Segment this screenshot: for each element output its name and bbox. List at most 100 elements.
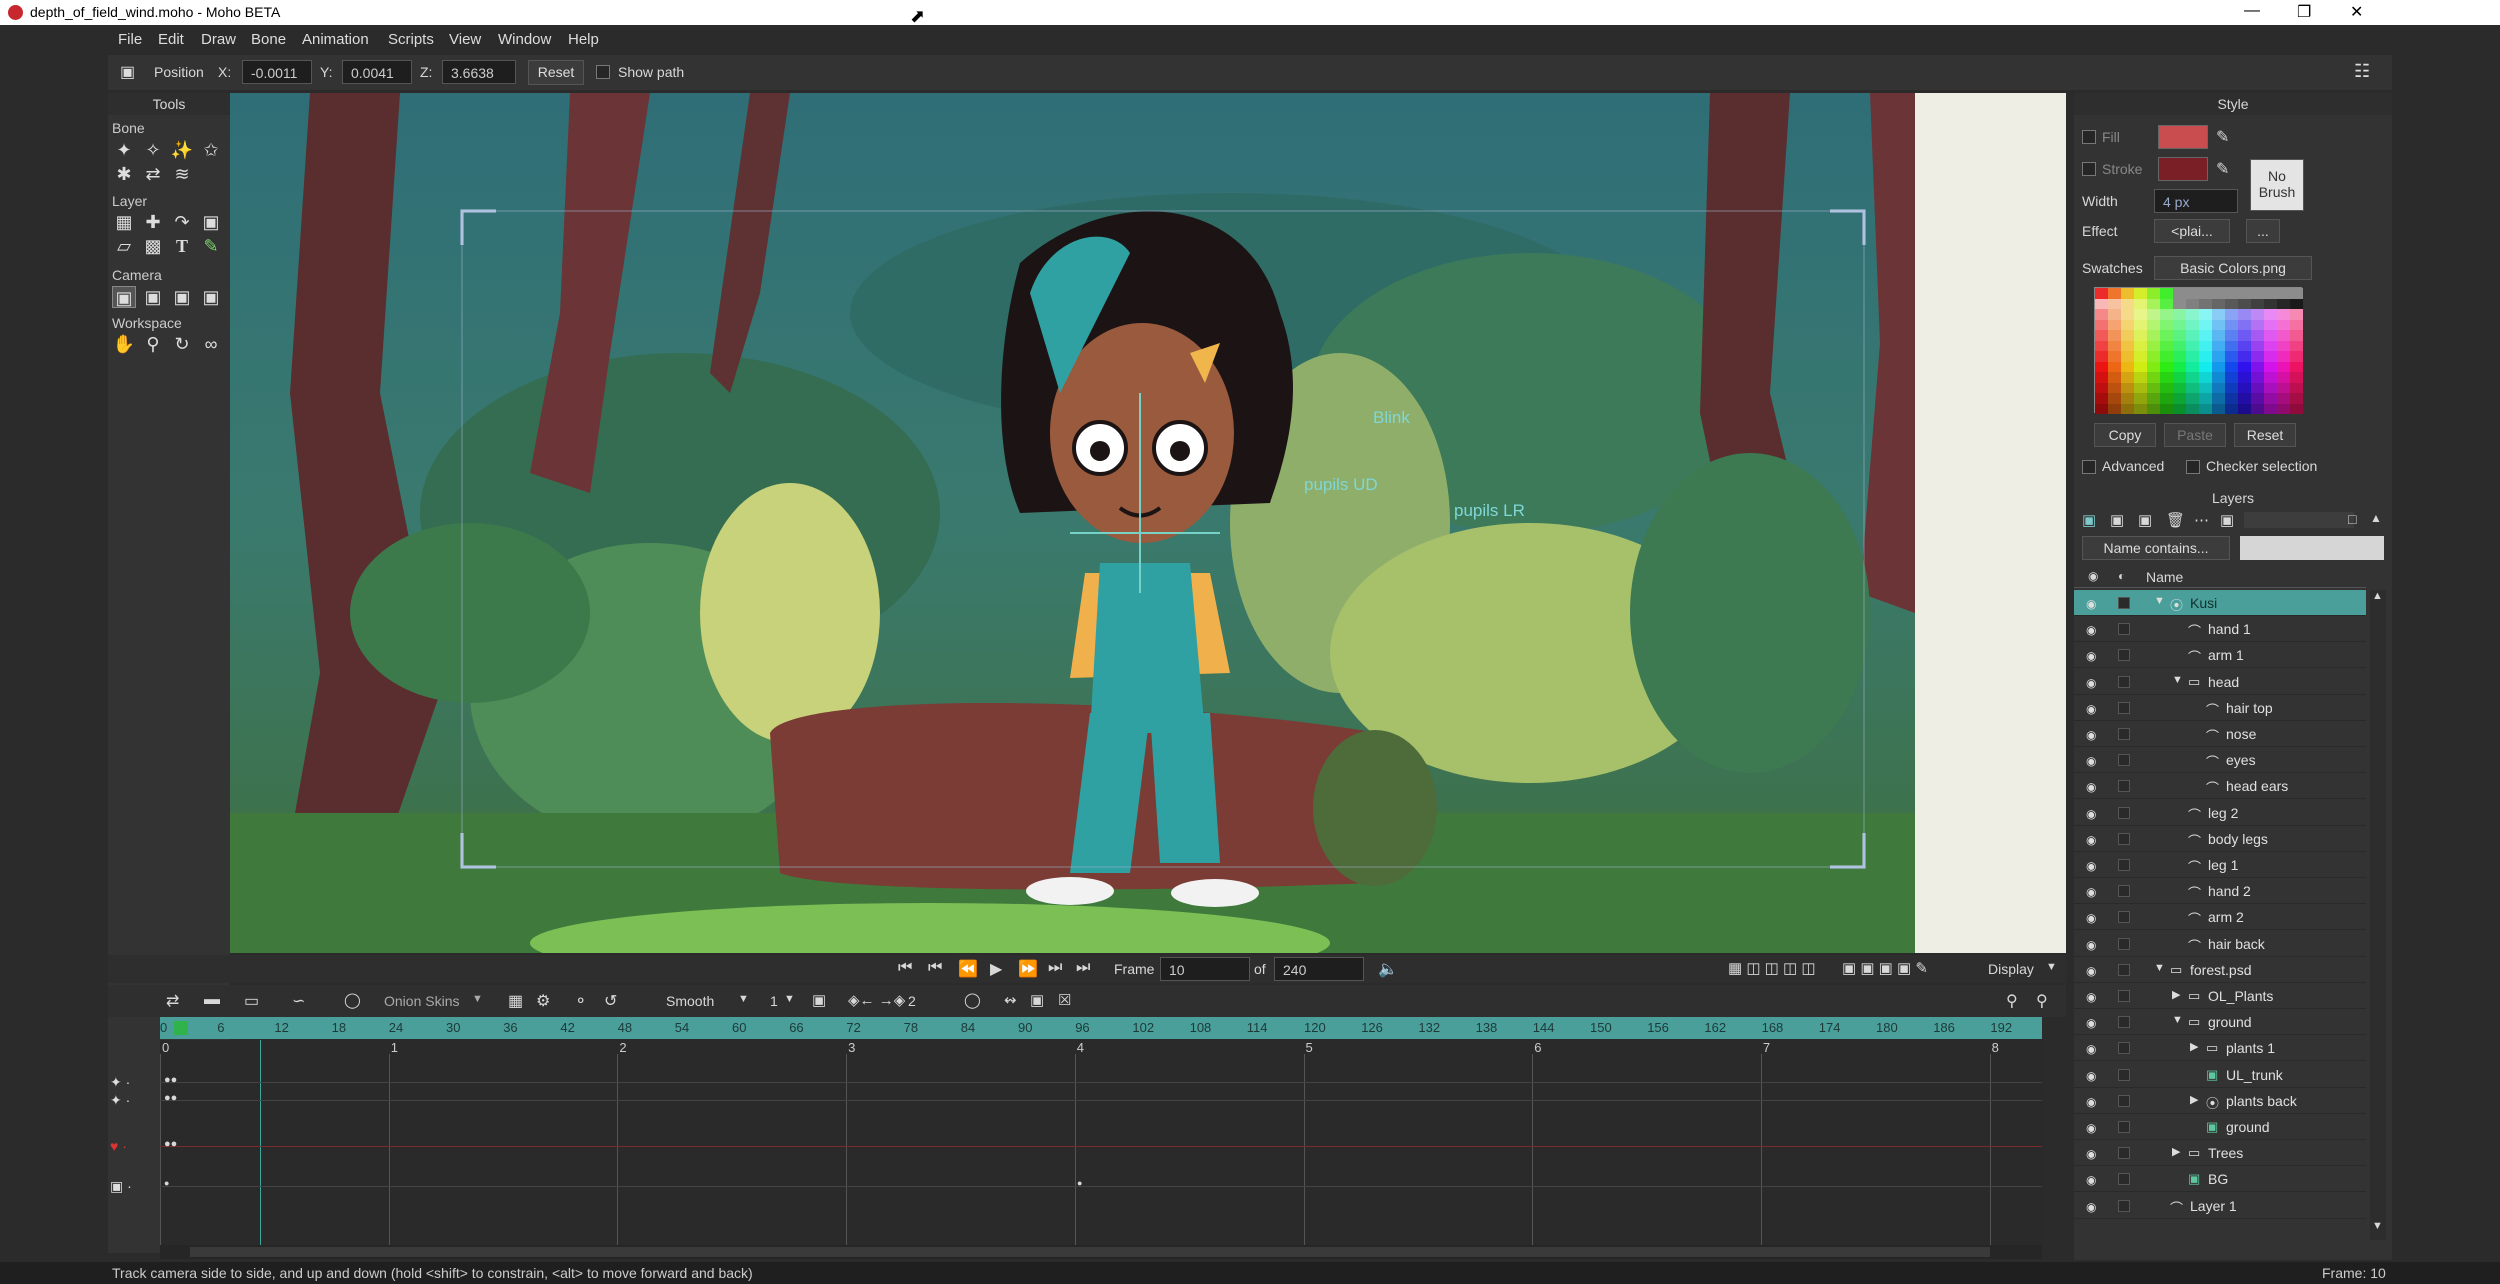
visibility-eye-icon[interactable]: ◉ [2086, 885, 2102, 899]
palette-swatch[interactable] [2186, 298, 2199, 309]
palette-swatch[interactable] [2173, 319, 2186, 330]
layer-row[interactable]: ◉ ▶ ▭ OL_Plants [2074, 983, 2366, 1009]
palette-swatch[interactable] [2173, 372, 2186, 383]
palette-swatch[interactable] [2277, 351, 2290, 362]
layer-lock-box[interactable] [2118, 832, 2130, 845]
last-frame-icon[interactable]: ⏭ [1048, 959, 1062, 977]
palette-swatch[interactable] [2160, 309, 2173, 320]
palette-swatch[interactable] [2251, 361, 2264, 372]
palette-swatch[interactable] [2134, 361, 2147, 372]
layer-lock-box[interactable] [2118, 1147, 2130, 1160]
visibility-eye-icon[interactable]: ◉ [2086, 1147, 2102, 1161]
palette-swatch[interactable] [2290, 298, 2303, 309]
checker-selection-checkbox[interactable] [2186, 460, 2200, 474]
effect-dropdown[interactable]: <plai... [2154, 219, 2230, 243]
palette-swatch[interactable] [2121, 309, 2134, 320]
palette-swatch[interactable] [2147, 361, 2160, 372]
palette-swatch[interactable] [2251, 351, 2264, 362]
swatches-dropdown[interactable]: Basic Colors.png [2154, 256, 2312, 280]
palette-swatch[interactable] [2251, 340, 2264, 351]
hand-icon[interactable]: ✋ [112, 333, 136, 355]
palette-swatch[interactable] [2264, 393, 2277, 404]
palette-swatch[interactable] [2199, 403, 2212, 414]
palette-swatch[interactable] [2264, 382, 2277, 393]
palette-swatch[interactable] [2108, 403, 2121, 414]
scale-layer-icon[interactable]: ▣ [199, 211, 223, 233]
palette-swatch[interactable] [2108, 288, 2121, 299]
chevron-up-icon[interactable]: ▲ [2370, 511, 2382, 525]
expand-down-icon[interactable]: ▼ [2154, 595, 2165, 607]
palette-swatch[interactable] [2212, 361, 2225, 372]
reset-key-icon[interactable]: ↺ [604, 991, 617, 1011]
visibility-eye-icon[interactable]: ◉ [2086, 1095, 2102, 1109]
visibility-eye-icon[interactable]: ◉ [2086, 807, 2102, 821]
palette-swatch[interactable] [2134, 319, 2147, 330]
palette-swatch[interactable] [2225, 382, 2238, 393]
palette-swatch[interactable] [2160, 351, 2173, 362]
palette-swatch[interactable] [2147, 288, 2160, 299]
palette-swatch[interactable] [2121, 361, 2134, 372]
onion-skins-dropdown[interactable]: Onion Skins [384, 993, 459, 1009]
layer-row[interactable]: ◉ ⌒ head ears [2074, 773, 2366, 800]
palette-swatch[interactable] [2173, 340, 2186, 351]
palette-swatch[interactable] [2264, 288, 2277, 299]
palette-swatch[interactable] [2251, 330, 2264, 341]
shift-keys-icon[interactable]: ↭ [1004, 991, 1017, 1009]
layer-row[interactable]: ◉ ⌒ hair top [2074, 695, 2366, 721]
collapse-panel-icon[interactable]: □ [2348, 511, 2356, 527]
palette-swatch[interactable] [2277, 298, 2290, 309]
advanced-checkbox[interactable] [2082, 460, 2096, 474]
palette-swatch[interactable] [2160, 372, 2173, 383]
palette-swatch[interactable] [2212, 330, 2225, 341]
palette-swatch[interactable] [2134, 382, 2147, 393]
z-input[interactable]: 3.6638 [442, 60, 516, 84]
palette-swatch[interactable] [2121, 319, 2134, 330]
palette-swatch[interactable] [2121, 382, 2134, 393]
layer-lock-box[interactable] [2118, 806, 2130, 819]
layer-lock-box[interactable] [2118, 1121, 2130, 1133]
palette-swatch[interactable] [2160, 330, 2173, 341]
onion-skin-icon[interactable]: ◯ [344, 991, 361, 1009]
copy-layer-icon[interactable]: ▣ [2138, 511, 2152, 529]
palette-swatch[interactable] [2212, 309, 2225, 320]
palette-swatch[interactable] [2095, 393, 2108, 404]
keyframe-marker[interactable]: ● [1077, 1178, 1082, 1188]
palette-swatch[interactable] [2238, 393, 2251, 404]
layer-row[interactable]: ◉ ▣ UL_trunk [2074, 1062, 2366, 1088]
layer-lock-box[interactable] [2118, 1042, 2130, 1055]
set-origin-icon[interactable]: ▦ [112, 211, 136, 233]
palette-swatch[interactable] [2186, 330, 2199, 341]
layer-lock-box[interactable] [2118, 1173, 2130, 1186]
palette-swatch[interactable] [2212, 288, 2225, 299]
palette-swatch[interactable] [2160, 319, 2173, 330]
palette-swatch[interactable] [2251, 288, 2264, 299]
expand-right-icon[interactable]: ▶ [2190, 1093, 2198, 1106]
rotate-bone-icon[interactable]: ✩ [199, 139, 223, 161]
palette-swatch[interactable] [2290, 372, 2303, 383]
layer-search-bar[interactable] [2244, 512, 2354, 528]
palette-swatch[interactable] [2147, 330, 2160, 341]
palette-swatch[interactable] [2186, 393, 2199, 404]
palette-swatch[interactable] [2095, 298, 2108, 309]
layer-row[interactable]: ◉ ⌒ arm 2 [2074, 904, 2366, 931]
palette-swatch[interactable] [2225, 351, 2238, 362]
palette-swatch[interactable] [2121, 393, 2134, 404]
palette-swatch[interactable] [2238, 340, 2251, 351]
palette-swatch[interactable] [2212, 351, 2225, 362]
chevron-down-icon[interactable]: ▼ [738, 993, 749, 1005]
palette-swatch[interactable] [2251, 372, 2264, 383]
visibility-eye-icon[interactable]: ◉ [2086, 911, 2102, 925]
palette-swatch[interactable] [2290, 361, 2303, 372]
palette-swatch[interactable] [2277, 309, 2290, 320]
palette-swatch[interactable] [2095, 372, 2108, 383]
palette-swatch[interactable] [2121, 351, 2134, 362]
palette-swatch[interactable] [2212, 382, 2225, 393]
layer-row[interactable]: ◉ ⌒ hair back [2074, 931, 2366, 957]
layer-lock-box[interactable] [2118, 728, 2130, 740]
timeline-options-icon[interactable]: ⇄ [166, 991, 179, 1011]
palette-swatch[interactable] [2147, 372, 2160, 383]
layer-lock-box[interactable] [2118, 623, 2130, 636]
palette-swatch[interactable] [2277, 382, 2290, 393]
chevron-down-icon[interactable]: ▼ [784, 993, 795, 1005]
layer-lock-box[interactable] [2118, 1199, 2130, 1212]
